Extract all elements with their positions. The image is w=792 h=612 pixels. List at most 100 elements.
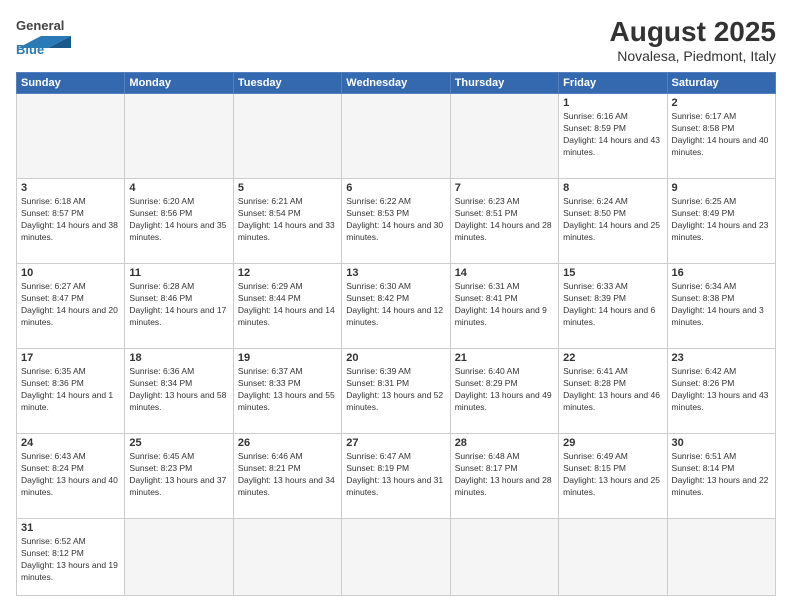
day-info: Sunrise: 6:39 AM Sunset: 8:31 PM Dayligh…	[346, 366, 445, 414]
table-row: 26 Sunrise: 6:46 AM Sunset: 8:21 PM Dayli…	[233, 434, 341, 519]
day-info: Sunrise: 6:36 AM Sunset: 8:34 PM Dayligh…	[129, 366, 228, 414]
day-number: 25	[129, 437, 228, 449]
table-row: 28 Sunrise: 6:48 AM Sunset: 8:17 PM Dayli…	[450, 434, 558, 519]
day-number: 29	[563, 437, 662, 449]
day-info: Sunrise: 6:27 AM Sunset: 8:47 PM Dayligh…	[21, 281, 120, 329]
table-row	[559, 519, 667, 596]
table-row: 15 Sunrise: 6:33 AM Sunset: 8:39 PM Dayli…	[559, 264, 667, 349]
day-info: Sunrise: 6:29 AM Sunset: 8:44 PM Dayligh…	[238, 281, 337, 329]
table-row: 3Sunrise: 6:18 AM Sunset: 8:57 PM Daylig…	[17, 179, 125, 264]
location: Novalesa, Piedmont, Italy	[610, 48, 777, 64]
day-info: Sunrise: 6:20 AM Sunset: 8:56 PM Dayligh…	[129, 196, 228, 244]
day-info: Sunrise: 6:47 AM Sunset: 8:19 PM Dayligh…	[346, 451, 445, 499]
table-row: 2 Sunrise: 6:17 AM Sunset: 8:58 PM Daylig…	[667, 94, 775, 179]
day-number: 19	[238, 352, 337, 364]
table-row: 13 Sunrise: 6:30 AM Sunset: 8:42 PM Dayli…	[342, 264, 450, 349]
day-info: Sunrise: 6:28 AM Sunset: 8:46 PM Dayligh…	[129, 281, 228, 329]
day-info: Sunrise: 6:41 AM Sunset: 8:28 PM Dayligh…	[563, 366, 662, 414]
table-row: 20 Sunrise: 6:39 AM Sunset: 8:31 PM Dayli…	[342, 349, 450, 434]
day-info: Sunrise: 6:42 AM Sunset: 8:26 PM Dayligh…	[672, 366, 771, 414]
table-row: 11 Sunrise: 6:28 AM Sunset: 8:46 PM Dayli…	[125, 264, 233, 349]
day-number: 22	[563, 352, 662, 364]
calendar-header-row: Sunday Monday Tuesday Wednesday Thursday…	[17, 73, 776, 94]
page: General Blue August 2025 Novalesa, Piedm…	[0, 0, 792, 612]
day-number: 31	[21, 522, 120, 534]
day-number: 27	[346, 437, 445, 449]
day-number: 28	[455, 437, 554, 449]
col-sunday: Sunday	[17, 73, 125, 94]
day-number: 17	[21, 352, 120, 364]
svg-text:General: General	[16, 18, 64, 33]
col-monday: Monday	[125, 73, 233, 94]
day-number: 15	[563, 267, 662, 279]
day-info: Sunrise: 6:21 AM Sunset: 8:54 PM Dayligh…	[238, 196, 337, 244]
generalblue-logo-icon: General Blue	[16, 16, 76, 56]
day-number: 5	[238, 182, 337, 194]
table-row: 14Sunrise: 6:31 AM Sunset: 8:41 PM Dayli…	[450, 264, 558, 349]
table-row: 8Sunrise: 6:24 AM Sunset: 8:50 PM Daylig…	[559, 179, 667, 264]
day-info: Sunrise: 6:16 AM Sunset: 8:59 PM Dayligh…	[563, 111, 662, 159]
day-info: Sunrise: 6:18 AM Sunset: 8:57 PM Dayligh…	[21, 196, 120, 244]
calendar-week-row: 1 Sunrise: 6:16 AM Sunset: 8:59 PM Daylig…	[17, 94, 776, 179]
day-number: 12	[238, 267, 337, 279]
day-info: Sunrise: 6:34 AM Sunset: 8:38 PM Dayligh…	[672, 281, 771, 329]
month-year: August 2025	[610, 16, 777, 48]
day-number: 23	[672, 352, 771, 364]
svg-text:Blue: Blue	[16, 42, 44, 56]
day-info: Sunrise: 6:23 AM Sunset: 8:51 PM Dayligh…	[455, 196, 554, 244]
table-row	[450, 519, 558, 596]
day-info: Sunrise: 6:45 AM Sunset: 8:23 PM Dayligh…	[129, 451, 228, 499]
col-friday: Friday	[559, 73, 667, 94]
day-info: Sunrise: 6:25 AM Sunset: 8:49 PM Dayligh…	[672, 196, 771, 244]
col-saturday: Saturday	[667, 73, 775, 94]
table-row: 24Sunrise: 6:43 AM Sunset: 8:24 PM Dayli…	[17, 434, 125, 519]
day-info: Sunrise: 6:17 AM Sunset: 8:58 PM Dayligh…	[672, 111, 771, 159]
table-row: 1 Sunrise: 6:16 AM Sunset: 8:59 PM Daylig…	[559, 94, 667, 179]
day-info: Sunrise: 6:48 AM Sunset: 8:17 PM Dayligh…	[455, 451, 554, 499]
table-row	[17, 94, 125, 179]
day-info: Sunrise: 6:51 AM Sunset: 8:14 PM Dayligh…	[672, 451, 771, 499]
day-number: 26	[238, 437, 337, 449]
calendar-week-row: 3Sunrise: 6:18 AM Sunset: 8:57 PM Daylig…	[17, 179, 776, 264]
table-row: 21 Sunrise: 6:40 AM Sunset: 8:29 PM Dayli…	[450, 349, 558, 434]
table-row	[667, 519, 775, 596]
table-row: 9Sunrise: 6:25 AM Sunset: 8:49 PM Daylig…	[667, 179, 775, 264]
table-row: 31 Sunrise: 6:52 AM Sunset: 8:12 PM Dayli…	[17, 519, 125, 596]
day-info: Sunrise: 6:35 AM Sunset: 8:36 PM Dayligh…	[21, 366, 120, 414]
day-number: 16	[672, 267, 771, 279]
day-number: 11	[129, 267, 228, 279]
day-number: 13	[346, 267, 445, 279]
logo: General Blue	[16, 16, 76, 56]
day-number: 20	[346, 352, 445, 364]
day-info: Sunrise: 6:52 AM Sunset: 8:12 PM Dayligh…	[21, 536, 120, 584]
table-row	[233, 519, 341, 596]
col-thursday: Thursday	[450, 73, 558, 94]
day-number: 21	[455, 352, 554, 364]
day-info: Sunrise: 6:22 AM Sunset: 8:53 PM Dayligh…	[346, 196, 445, 244]
day-number: 14	[455, 267, 554, 279]
day-number: 2	[672, 97, 771, 109]
day-info: Sunrise: 6:33 AM Sunset: 8:39 PM Dayligh…	[563, 281, 662, 329]
col-tuesday: Tuesday	[233, 73, 341, 94]
day-number: 6	[346, 182, 445, 194]
calendar-week-row: 17 Sunrise: 6:35 AM Sunset: 8:36 PM Dayli…	[17, 349, 776, 434]
day-info: Sunrise: 6:46 AM Sunset: 8:21 PM Dayligh…	[238, 451, 337, 499]
table-row: 6 Sunrise: 6:22 AM Sunset: 8:53 PM Daylig…	[342, 179, 450, 264]
day-number: 30	[672, 437, 771, 449]
table-row: 29Sunrise: 6:49 AM Sunset: 8:15 PM Dayli…	[559, 434, 667, 519]
day-number: 7	[455, 182, 554, 194]
table-row: 5 Sunrise: 6:21 AM Sunset: 8:54 PM Daylig…	[233, 179, 341, 264]
day-info: Sunrise: 6:30 AM Sunset: 8:42 PM Dayligh…	[346, 281, 445, 329]
day-number: 4	[129, 182, 228, 194]
day-number: 1	[563, 97, 662, 109]
calendar-table: Sunday Monday Tuesday Wednesday Thursday…	[16, 72, 776, 596]
table-row: 22 Sunrise: 6:41 AM Sunset: 8:28 PM Dayli…	[559, 349, 667, 434]
table-row	[125, 94, 233, 179]
table-row: 4 Sunrise: 6:20 AM Sunset: 8:56 PM Daylig…	[125, 179, 233, 264]
day-number: 8	[563, 182, 662, 194]
calendar-week-row: 24Sunrise: 6:43 AM Sunset: 8:24 PM Dayli…	[17, 434, 776, 519]
table-row: 25 Sunrise: 6:45 AM Sunset: 8:23 PM Dayli…	[125, 434, 233, 519]
day-number: 10	[21, 267, 120, 279]
table-row: 17 Sunrise: 6:35 AM Sunset: 8:36 PM Dayli…	[17, 349, 125, 434]
day-info: Sunrise: 6:40 AM Sunset: 8:29 PM Dayligh…	[455, 366, 554, 414]
